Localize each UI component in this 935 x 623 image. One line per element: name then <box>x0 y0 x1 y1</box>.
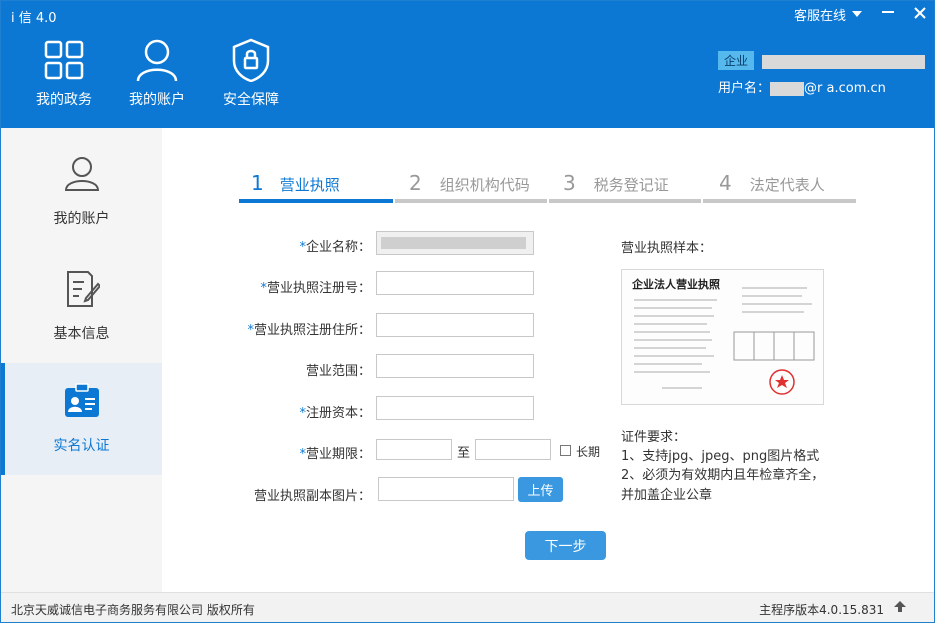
step-number: 1 <box>251 171 264 195</box>
long-term-checkbox[interactable] <box>560 445 571 456</box>
step-number: 4 <box>719 171 732 195</box>
step-progress-bar <box>549 199 701 203</box>
upload-button[interactable]: 上传 <box>518 477 563 502</box>
step-number: 2 <box>409 171 422 195</box>
sidebar: 我的账户 基本信息 实名认证 <box>1 128 162 592</box>
minimize-icon[interactable] <box>876 3 900 23</box>
nav-label: 安全保障 <box>223 92 279 108</box>
svg-text:企业法人营业执照: 企业法人营业执照 <box>631 277 720 291</box>
sidebar-item-my-account[interactable]: 我的账户 <box>1 154 162 254</box>
step-progress-bar <box>703 199 856 203</box>
app-title: i 信 4.0 <box>11 11 57 26</box>
copy-image-path-field[interactable] <box>378 477 514 501</box>
nav-security[interactable]: 安全保障 <box>215 37 287 109</box>
long-term-label: 长期 <box>576 445 601 459</box>
user-icon <box>121 37 193 83</box>
nav-my-account[interactable]: 我的账户 <box>121 37 193 109</box>
id-badge-icon <box>1 381 162 421</box>
capital-field[interactable] <box>376 396 534 420</box>
reg-addr-field[interactable] <box>376 313 534 337</box>
enterprise-badge: 企业 <box>718 51 755 70</box>
copyright-text: 北京天威诚信电子商务服务有限公司 版权所有 <box>11 603 255 617</box>
upgrade-arrow-icon[interactable] <box>894 600 906 616</box>
company-name-field[interactable] <box>376 231 534 255</box>
header-bar: i 信 4.0 客服在线 我的政务 我的账户 安全保障 企业 用户名： @r a… <box>1 1 934 128</box>
form-row-reg-no: *营业执照注册号： <box>201 274 371 298</box>
sidebar-item-label: 基本信息 <box>53 326 110 342</box>
requirement-line-2: 2、必须为有效期内且年检章齐全， <box>621 468 825 483</box>
form-row-scope: 营业范围： <box>201 357 371 381</box>
footer-bar: 北京天威诚信电子商务服务有限公司 版权所有 主程序版本4.0.15.831 <box>1 592 934 622</box>
dropdown-icon[interactable] <box>852 7 863 22</box>
reg-no-label: *营业执照注册号： <box>260 280 371 296</box>
username-value: @r a.com.cn <box>804 81 886 96</box>
redacted-company-value <box>381 236 526 249</box>
username-row: 用户名： @r a.com.cn <box>718 77 886 96</box>
term-label: *营业期限： <box>299 446 371 462</box>
step-label: 法定代表人 <box>749 176 825 194</box>
form-row-copy: 营业执照副本图片： <box>201 482 371 506</box>
term-start-field[interactable] <box>376 439 452 460</box>
account-type: 企业 <box>718 51 926 70</box>
form-row-capital: *注册资本： <box>201 399 371 423</box>
customer-service-status[interactable]: 客服在线 <box>794 5 863 24</box>
requirement-line-1: 1、支持jpg、jpeg、png图片格式 <box>621 449 820 464</box>
company-name-label: *企业名称： <box>299 239 371 255</box>
step-legal-rep: 4 法定代表人 <box>703 171 856 203</box>
nav-my-affairs[interactable]: 我的政务 <box>28 37 100 109</box>
sidebar-item-real-name[interactable]: 实名认证 <box>1 363 162 475</box>
grid-icon <box>28 37 100 83</box>
requirement-line-3: 并加盖企业公章 <box>621 488 713 503</box>
step-business-license: 1 营业执照 <box>239 171 393 203</box>
step-progress-bar <box>239 199 393 203</box>
app-window: i 信 4.0 客服在线 我的政务 我的账户 安全保障 企业 用户名： @r a… <box>0 0 935 623</box>
step-label: 税务登记证 <box>593 176 669 194</box>
license-sample-image: 企业法人营业执照 <box>621 269 824 405</box>
step-label: 营业执照 <box>279 176 340 194</box>
form-row-reg-addr: *营业执照注册住所： <box>201 316 371 340</box>
version-text: 主程序版本4.0.15.831 <box>759 603 884 617</box>
step-org-code: 2 组织机构代码 <box>395 171 547 203</box>
reg-addr-label: *营业执照注册住所： <box>247 322 371 338</box>
user-outline-icon <box>1 154 162 194</box>
next-step-button[interactable]: 下一步 <box>525 531 606 560</box>
nav-label: 我的政务 <box>36 92 92 108</box>
term-to-label: 至 <box>457 446 471 461</box>
sidebar-item-basic-info[interactable]: 基本信息 <box>1 269 162 369</box>
scope-field[interactable] <box>376 354 534 378</box>
close-icon[interactable] <box>908 3 932 23</box>
sidebar-item-label: 我的账户 <box>53 211 110 227</box>
form-row-company-name: *企业名称： <box>201 233 371 257</box>
sample-title: 营业执照样本： <box>621 241 713 256</box>
copy-image-label: 营业执照副本图片： <box>253 488 371 504</box>
step-number: 3 <box>563 171 576 195</box>
scope-label: 营业范围： <box>305 363 371 379</box>
license-sample-drawing: 企业法人营业执照 <box>631 277 815 395</box>
redacted-user <box>770 81 805 96</box>
nav-label: 我的账户 <box>129 92 185 108</box>
redacted-company-name <box>762 54 926 69</box>
form-row-term: *营业期限： <box>201 440 371 464</box>
step-tax-registration: 3 税务登记证 <box>549 171 701 203</box>
sidebar-item-label: 实名认证 <box>53 438 110 454</box>
step-label: 组织机构代码 <box>439 176 530 194</box>
step-progress-bar <box>395 199 547 203</box>
requirements-heading: 证件要求： <box>621 430 687 445</box>
username-label: 用户名： <box>718 81 771 96</box>
term-end-field[interactable] <box>475 439 551 460</box>
service-label: 客服在线 <box>794 9 847 24</box>
document-edit-icon <box>1 269 162 309</box>
shield-icon <box>215 37 287 83</box>
reg-no-field[interactable] <box>376 271 534 295</box>
capital-label: *注册资本： <box>299 405 371 421</box>
